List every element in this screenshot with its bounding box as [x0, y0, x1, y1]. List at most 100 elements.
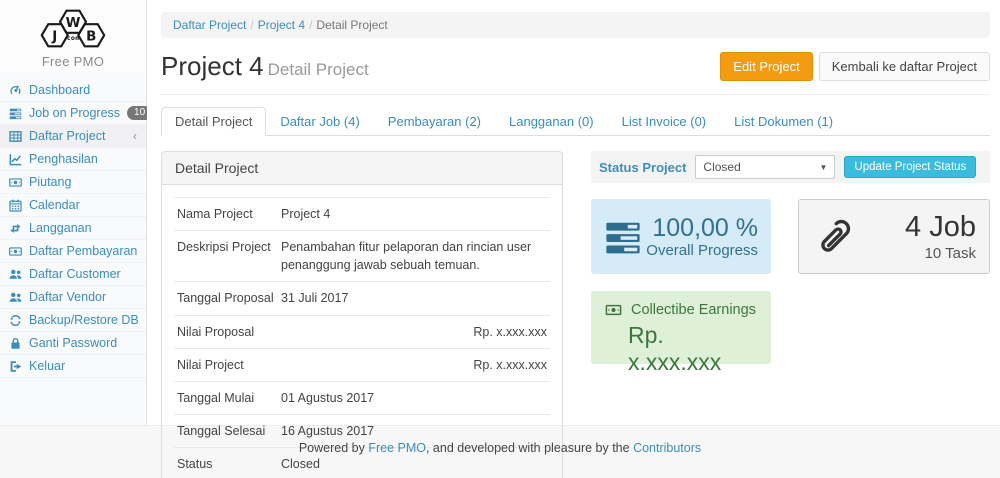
sidebar: W J B .com Free PMO Dashboard Job on Prog…	[0, 0, 147, 425]
breadcrumb-daftar-project[interactable]: Daftar Project	[173, 18, 246, 32]
tab-list-dokumen-1[interactable]: List Dokumen (1)	[720, 107, 847, 136]
money-icon	[9, 245, 22, 258]
sidebar-item-daftar-pembayaran[interactable]: Daftar Pembayaran	[0, 240, 146, 263]
field-label: Nilai Project	[174, 348, 278, 381]
lock-icon	[9, 337, 22, 350]
earnings-label: Collectibe Earnings	[631, 302, 756, 318]
sidebar-item-label: Dashboard	[29, 83, 90, 97]
tasks-icon	[9, 107, 22, 120]
job-count-box: 4 Job 10 Task	[798, 199, 990, 274]
breadcrumb-detail-project: Detail Project	[316, 18, 387, 32]
sidebar-item-daftar-project[interactable]: Daftar Project‹	[0, 125, 146, 148]
svg-text:J: J	[51, 30, 57, 45]
free-pmo-link[interactable]: Free PMO	[368, 441, 426, 455]
sidebar-item-label: Job on Progress	[29, 106, 120, 120]
sidebar-item-ganti-password[interactable]: Ganti Password	[0, 332, 146, 355]
tab-detail-project[interactable]: Detail Project	[161, 107, 266, 136]
earnings-value: Rp. x.xxx.xxx	[628, 322, 758, 376]
main-content: Daftar Project/Project 4/Detail Project …	[147, 0, 1000, 425]
status-select[interactable]: Closed ▼	[695, 155, 835, 179]
overall-progress-label: Overall Progress	[642, 242, 758, 259]
sign-out-icon	[9, 360, 22, 373]
info-boxes-row: 100,00 % Overall Progress 4 Job 10 Task	[591, 199, 990, 274]
field-label: Deskripsi Project	[174, 231, 278, 282]
field-value: Rp. x.xxx.xxx	[278, 315, 550, 348]
tab-daftar-job-4[interactable]: Daftar Job (4)	[266, 107, 373, 136]
project-tabs: Detail ProjectDaftar Job (4)Pembayaran (…	[161, 107, 990, 136]
field-label: Nilai Proposal	[174, 315, 278, 348]
sidebar-item-label: Daftar Customer	[29, 267, 121, 281]
paperclip-icon	[812, 216, 854, 258]
line-chart-icon	[9, 153, 22, 166]
detail-row: Nama ProjectProject 4	[174, 198, 550, 231]
select-caret-icon: ▼	[820, 163, 828, 172]
table-icon	[9, 130, 22, 143]
money-icon	[9, 176, 22, 189]
field-value: 01 Agustus 2017	[278, 381, 550, 414]
money-icon	[604, 302, 623, 318]
page-header: Project 4Detail Project Edit Project Kem…	[161, 51, 990, 95]
page-title: Project 4Detail Project	[161, 51, 369, 82]
svg-text:.com: .com	[64, 36, 81, 42]
header-buttons: Edit Project Kembali ke daftar Project	[720, 52, 990, 81]
users-icon	[9, 291, 22, 304]
sidebar-item-backup-restore-db[interactable]: Backup/Restore DB	[0, 309, 146, 332]
breadcrumb-separator: /	[305, 18, 316, 32]
detail-row: Deskripsi ProjectPenambahan fitur pelapo…	[174, 231, 550, 282]
sidebar-item-daftar-customer[interactable]: Daftar Customer	[0, 263, 146, 286]
detail-project-panel: Detail Project Nama ProjectProject 4Desk…	[161, 151, 563, 478]
tab-pembayaran-2[interactable]: Pembayaran (2)	[374, 107, 495, 136]
refresh-icon	[9, 314, 22, 327]
detail-panel-title: Detail Project	[162, 152, 562, 185]
sidebar-item-label: Calendar	[29, 198, 80, 212]
status-select-value: Closed	[703, 160, 740, 174]
sidebar-item-label: Ganti Password	[29, 336, 117, 350]
page-subtitle: Detail Project	[268, 60, 369, 79]
field-label: Nama Project	[174, 198, 278, 231]
edit-project-button[interactable]: Edit Project	[720, 52, 812, 81]
field-label: Tanggal Mulai	[174, 381, 278, 414]
sidebar-item-penghasilan[interactable]: Penghasilan	[0, 148, 146, 171]
breadcrumb-separator: /	[246, 18, 257, 32]
breadcrumb-project-4[interactable]: Project 4	[258, 18, 305, 32]
detail-table: Nama ProjectProject 4Deskripsi ProjectPe…	[174, 197, 550, 478]
field-value: 31 Juli 2017	[278, 282, 550, 315]
dashboard-icon	[9, 84, 22, 97]
sidebar-item-daftar-vendor[interactable]: Daftar Vendor	[0, 286, 146, 309]
overall-progress-box: 100,00 % Overall Progress	[591, 199, 771, 274]
detail-row: Tanggal Mulai01 Agustus 2017	[174, 381, 550, 414]
detail-row: Tanggal Proposal31 Juli 2017	[174, 282, 550, 315]
tab-langganan-0[interactable]: Langganan (0)	[495, 107, 608, 136]
svg-text:W: W	[66, 16, 81, 31]
sidebar-item-langganan[interactable]: Langganan	[0, 217, 146, 240]
app-window: W J B .com Free PMO Dashboard Job on Prog…	[0, 0, 1000, 425]
brand: W J B .com Free PMO	[0, 0, 146, 73]
sidebar-item-piutang[interactable]: Piutang	[0, 171, 146, 194]
sidebar-item-label: Keluar	[29, 359, 65, 373]
update-project-status-button[interactable]: Update Project Status	[844, 156, 976, 178]
tab-list-invoice-0[interactable]: List Invoice (0)	[608, 107, 721, 136]
sidebar-item-label: Backup/Restore DB	[29, 313, 139, 327]
status-project-label: Status Project	[599, 160, 686, 175]
brand-name: Free PMO	[0, 54, 146, 69]
sidebar-menu: Dashboard Job on Progress10Daftar Project…	[0, 79, 146, 378]
svg-text:B: B	[86, 30, 96, 45]
field-label: Tanggal Selesai	[174, 414, 278, 447]
sidebar-item-label: Piutang	[29, 175, 71, 189]
sidebar-item-label: Daftar Pembayaran	[29, 244, 137, 258]
field-label: Tanggal Proposal	[174, 282, 278, 315]
contributors-link[interactable]: Contributors	[633, 441, 701, 455]
back-to-project-list-button[interactable]: Kembali ke daftar Project	[819, 52, 990, 81]
content-columns: Detail Project Nama ProjectProject 4Desk…	[161, 151, 990, 478]
sidebar-item-job-on-progress[interactable]: Job on Progress10	[0, 102, 146, 125]
field-label: Status	[174, 448, 278, 478]
sidebar-item-label: Penghasilan	[29, 152, 98, 166]
footer-text: Powered by	[299, 441, 368, 455]
sidebar-item-dashboard[interactable]: Dashboard	[0, 79, 146, 102]
tasks-icon	[604, 218, 642, 256]
job-count-value: 4 Job	[854, 211, 976, 244]
collectible-earnings-box: Collectibe Earnings Rp. x.xxx.xxx	[591, 291, 771, 364]
sidebar-item-calendar[interactable]: Calendar	[0, 194, 146, 217]
sidebar-item-keluar[interactable]: Keluar	[0, 355, 146, 378]
right-column: Status Project Closed ▼ Update Project S…	[591, 151, 990, 478]
